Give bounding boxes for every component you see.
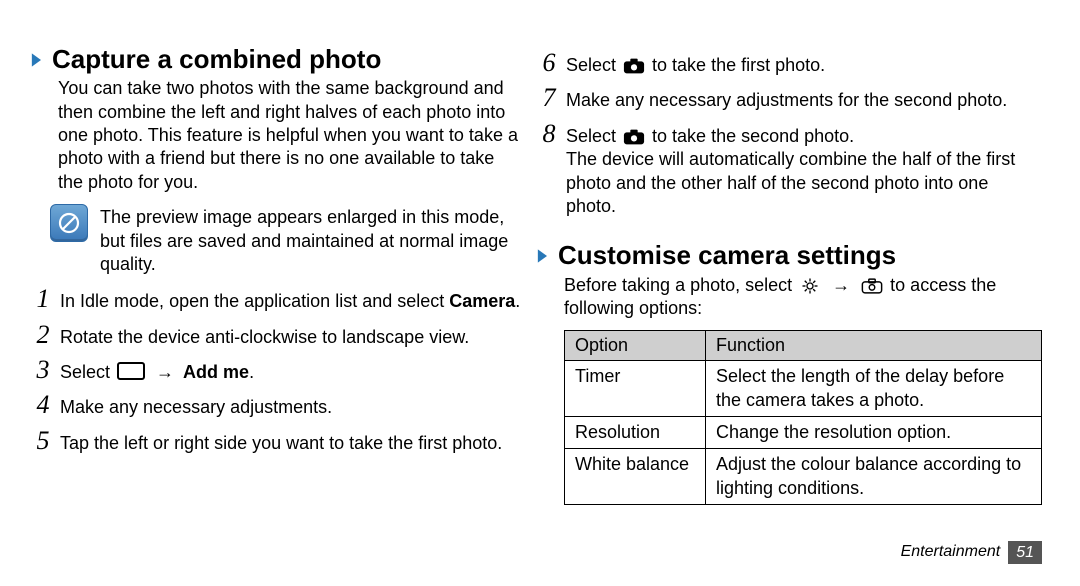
step-text: Tap the left or right side you want to t… xyxy=(60,428,524,455)
heading-customise-settings: Customise camera settings xyxy=(532,240,1042,271)
options-table: Option Function Timer Select the length … xyxy=(564,330,1042,505)
step-8: 8 Select to take the second photo. The d… xyxy=(534,121,1030,219)
heading-text: Customise camera settings xyxy=(558,240,896,271)
step-6: 6 Select to take the first photo. xyxy=(534,50,1030,77)
step-number: 2 xyxy=(28,322,58,348)
section-name: Entertainment xyxy=(901,543,1001,561)
camera-icon xyxy=(623,128,645,146)
col-option: Option xyxy=(565,331,706,361)
step-3: 3 Select → Add me. xyxy=(28,357,524,384)
page-footer: Entertainment 51 xyxy=(901,541,1042,564)
table-row: White balance Adjust the colour balance … xyxy=(565,449,1042,505)
note-text: The preview image appears enlarged in th… xyxy=(100,204,526,276)
step-1: 1 In Idle mode, open the application lis… xyxy=(28,286,524,313)
intro-paragraph: You can take two photos with the same ba… xyxy=(58,77,522,194)
note-block: The preview image appears enlarged in th… xyxy=(50,204,526,276)
option-function: Select the length of the delay before th… xyxy=(706,361,1042,417)
step-text: Select → Add me. xyxy=(60,357,524,384)
table-header-row: Option Function xyxy=(565,331,1042,361)
step-text: Select to take the first photo. xyxy=(566,50,1030,77)
chevron-right-icon xyxy=(26,50,46,70)
step-number: 8 xyxy=(534,121,564,147)
step-number: 1 xyxy=(28,286,58,312)
step-number: 4 xyxy=(28,392,58,418)
camera-outline-icon xyxy=(861,277,883,295)
step-4: 4 Make any necessary adjustments. xyxy=(28,392,524,419)
chevron-right-icon xyxy=(532,246,552,266)
option-function: Change the resolution option. xyxy=(706,417,1042,449)
heading-text: Capture a combined photo xyxy=(52,44,381,75)
table-row: Timer Select the length of the delay bef… xyxy=(565,361,1042,417)
step-number: 6 xyxy=(534,50,564,76)
camera-icon xyxy=(623,57,645,75)
heading-capture-combined: Capture a combined photo xyxy=(26,44,536,75)
manual-page: Capture a combined photo You can take tw… xyxy=(0,0,1080,586)
mode-rectangle-icon xyxy=(117,362,145,380)
step-number: 7 xyxy=(534,85,564,111)
step-text: Rotate the device anti-clockwise to land… xyxy=(60,322,524,349)
gear-icon xyxy=(799,277,821,295)
step-text: Make any necessary adjustments. xyxy=(60,392,524,419)
right-column: 6 Select to take the first photo. 7 Make… xyxy=(564,44,1042,505)
option-function: Adjust the colour balance according to l… xyxy=(706,449,1042,505)
step-5: 5 Tap the left or right side you want to… xyxy=(28,428,524,455)
right-steps-list: 6 Select to take the first photo. 7 Make… xyxy=(534,50,1030,218)
step-text: In Idle mode, open the application list … xyxy=(60,286,524,313)
col-function: Function xyxy=(706,331,1042,361)
page-number: 51 xyxy=(1008,541,1042,564)
step-2: 2 Rotate the device anti-clockwise to la… xyxy=(28,322,524,349)
step-number: 5 xyxy=(28,428,58,454)
option-name: Timer xyxy=(565,361,706,417)
step-7: 7 Make any necessary adjustments for the… xyxy=(534,85,1030,112)
option-name: White balance xyxy=(565,449,706,505)
table-row: Resolution Change the resolution option. xyxy=(565,417,1042,449)
option-name: Resolution xyxy=(565,417,706,449)
step-text: Make any necessary adjustments for the s… xyxy=(566,85,1030,112)
left-steps-list: 1 In Idle mode, open the application lis… xyxy=(28,286,524,455)
left-column: Capture a combined photo You can take tw… xyxy=(58,44,536,505)
two-column-layout: Capture a combined photo You can take tw… xyxy=(58,44,1042,505)
settings-intro: Before taking a photo, select → to acces… xyxy=(564,274,1034,321)
step-text: Select to take the second photo. The dev… xyxy=(566,121,1030,219)
note-icon xyxy=(50,204,88,242)
step-number: 3 xyxy=(28,357,58,383)
